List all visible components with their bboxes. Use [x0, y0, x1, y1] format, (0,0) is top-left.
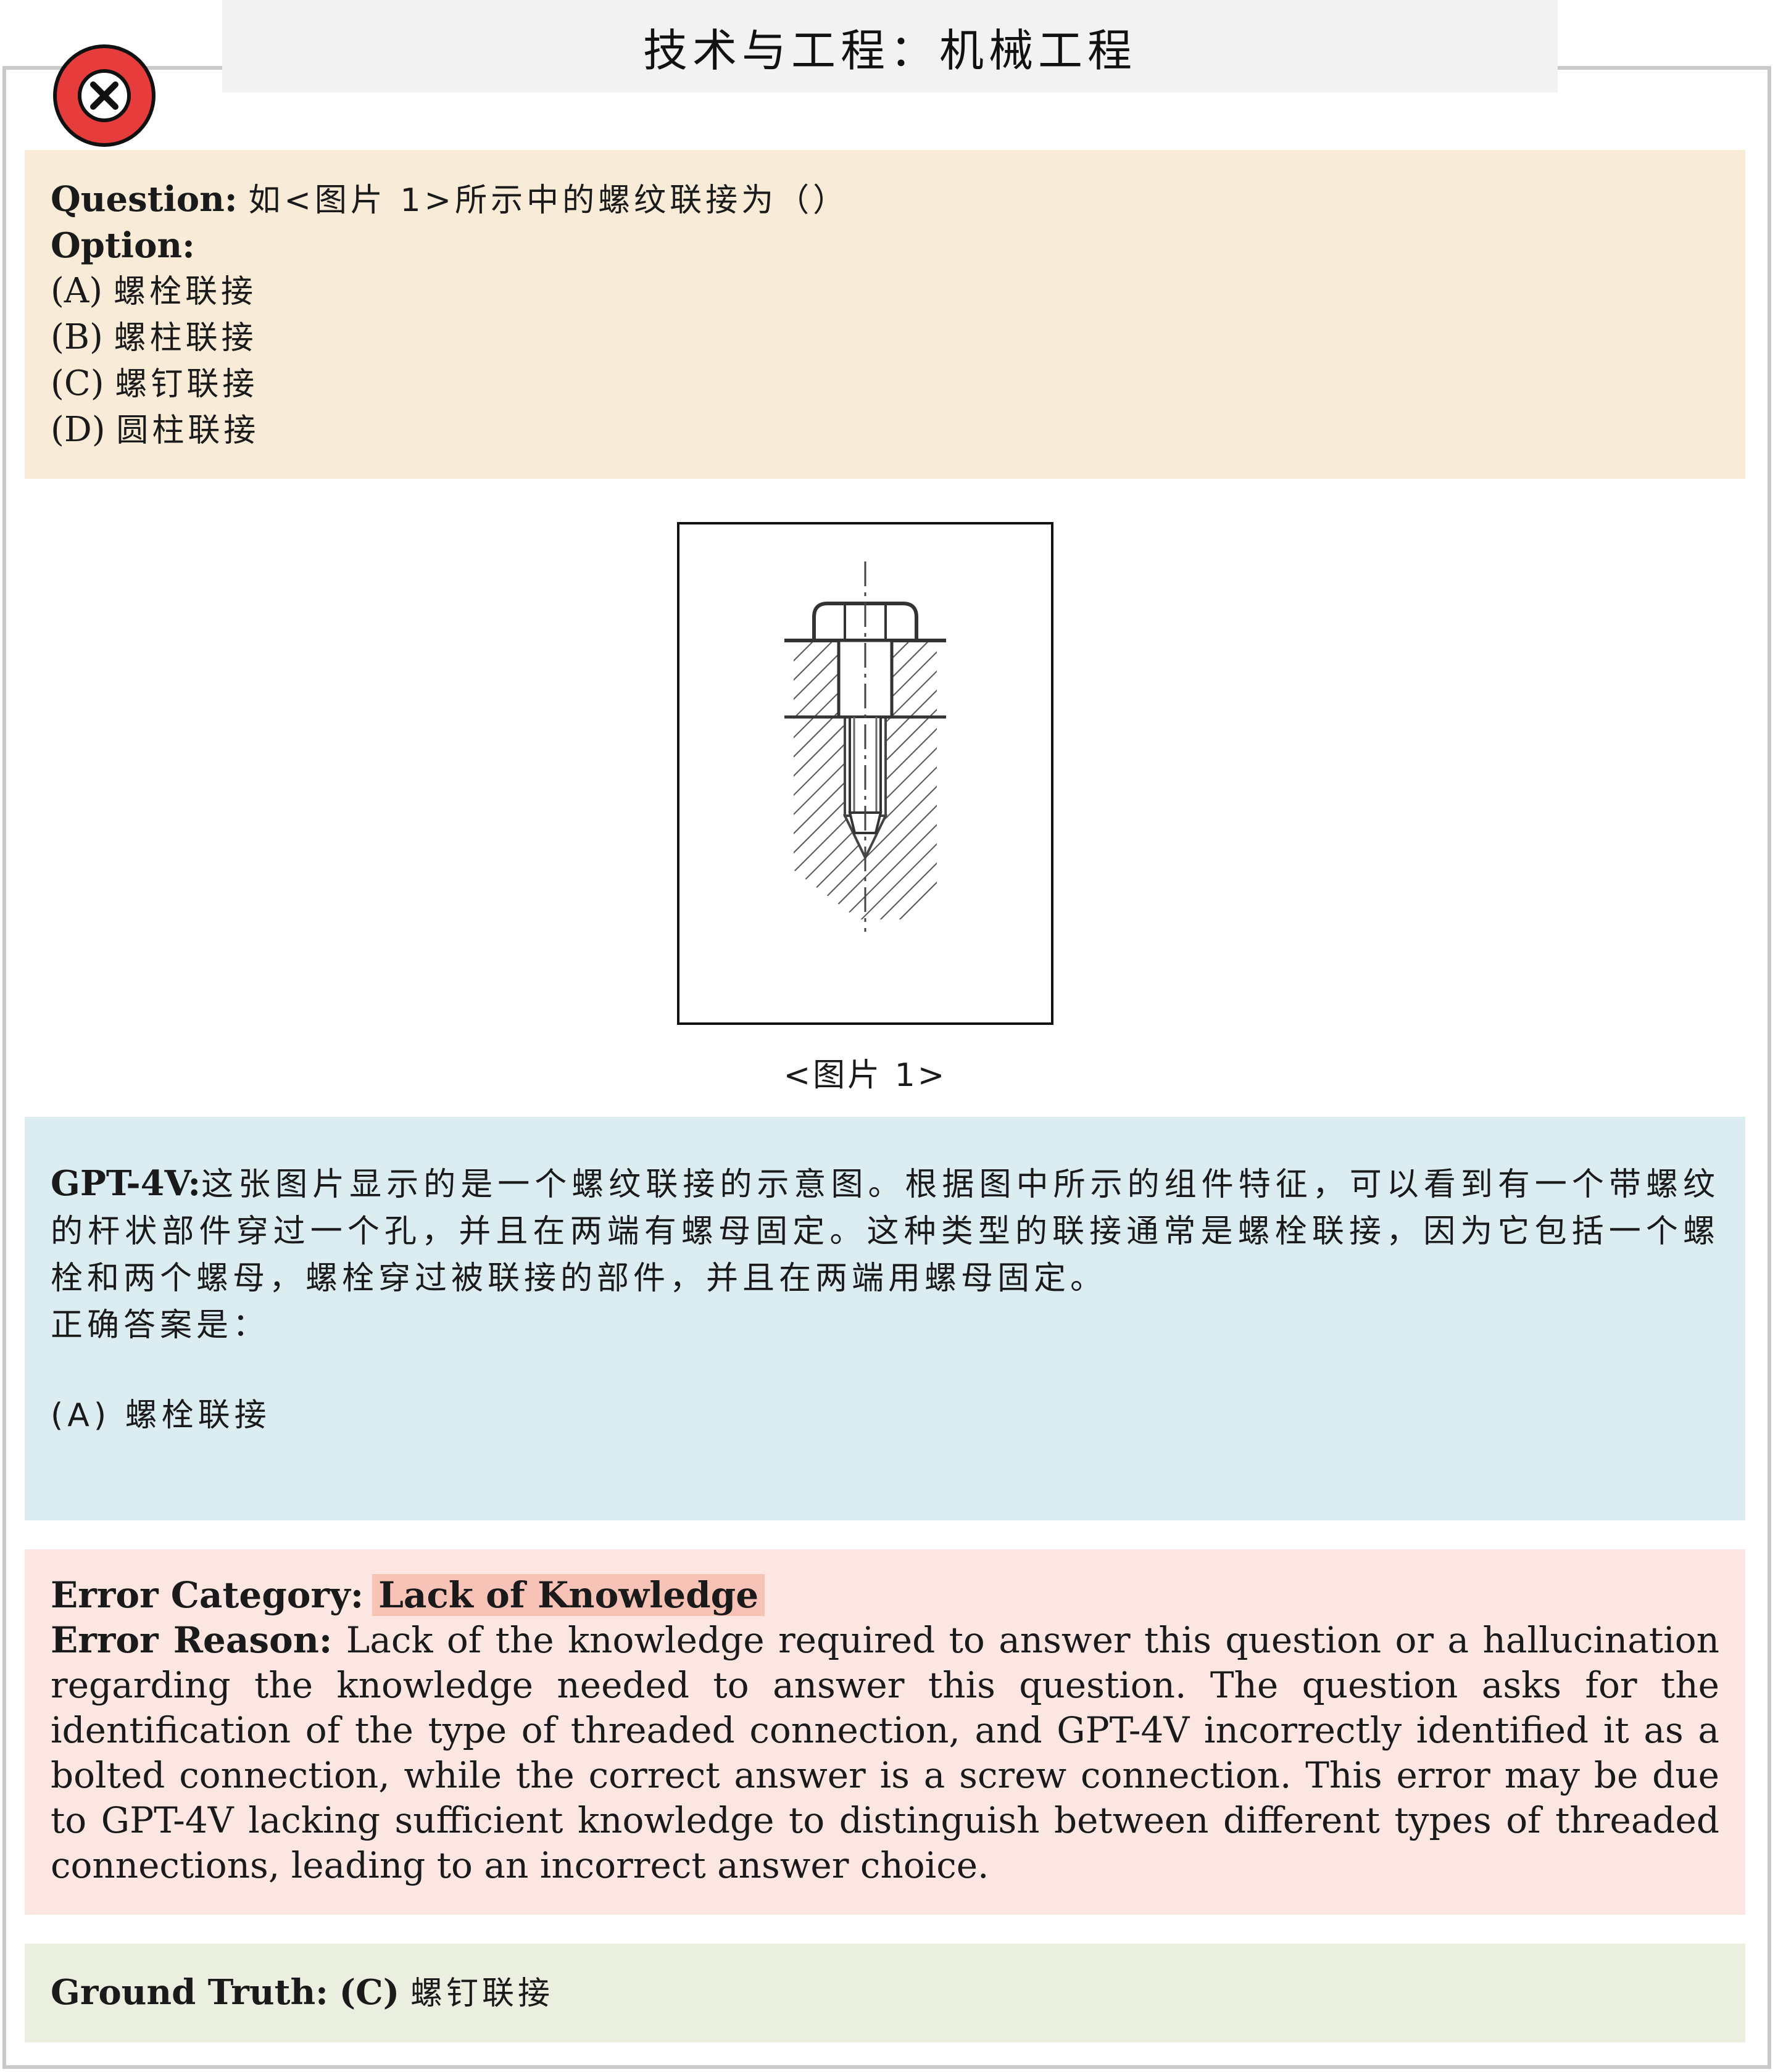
question-label: Question:	[51, 179, 238, 220]
error-category-label: Error Category:	[51, 1574, 364, 1616]
upper-plate-right	[892, 640, 937, 717]
page-title: 技术与工程：机械工程	[222, 0, 1558, 93]
option-key: (C)	[51, 363, 104, 404]
question-panel: Question: 如<图片 1>所示中的螺纹联接为（） Option: (A)…	[25, 150, 1745, 479]
option-key: (D)	[51, 410, 106, 450]
error-category-value: Lack of Knowledge	[372, 1574, 765, 1616]
option-key: (B)	[51, 317, 103, 357]
option-d: (D) 圆柱联接	[51, 407, 1719, 454]
option-c: (C) 螺钉联接	[51, 361, 1719, 407]
ground-truth-line: Ground Truth: (C) 螺钉联接	[51, 1970, 554, 2016]
ground-truth-text: 螺钉联接	[410, 1975, 554, 2012]
option-text: 螺柱联接	[114, 320, 257, 357]
error-reason-paragraph: Error Reason: Lack of the knowledge requ…	[51, 1618, 1719, 1888]
upper-plate-left	[794, 640, 838, 717]
error-panel: Error Category: Lack of Knowledge Error R…	[25, 1549, 1745, 1915]
option-key: (A)	[51, 271, 103, 311]
error-category-line: Error Category: Lack of Knowledge	[51, 1573, 1719, 1618]
option-b: (B) 螺柱联接	[51, 315, 1719, 361]
answer-text: 这张图片显示的是一个螺纹联接的示意图。根据图中所示的组件特征，可以看到有一个带螺…	[51, 1166, 1719, 1297]
figure-caption: <图片 1>	[783, 1057, 947, 1094]
option-text: 圆柱联接	[116, 412, 260, 449]
answer-label: GPT-4V:	[51, 1163, 201, 1204]
model-answer-panel: GPT-4V:这张图片显示的是一个螺纹联接的示意图。根据图中所示的组件特征，可以…	[25, 1117, 1745, 1520]
ground-truth-label: Ground Truth:	[51, 1971, 328, 2013]
x-mark-icon	[78, 69, 131, 122]
answer-paragraph: GPT-4V:这张图片显示的是一个螺纹联接的示意图。根据图中所示的组件特征，可以…	[51, 1160, 1719, 1302]
x-circle-icon	[53, 44, 156, 147]
option-a: (A) 螺栓联接	[51, 268, 1719, 315]
question-text: 如<图片 1>所示中的螺纹联接为（）	[248, 182, 849, 219]
screw-connection-figure	[677, 522, 1053, 1025]
answer-conclusion: 正确答案是：	[51, 1307, 270, 1344]
ground-truth-panel: Ground Truth: (C) 螺钉联接	[25, 1944, 1745, 2042]
option-label: Option:	[51, 225, 195, 266]
error-reason-label: Error Reason:	[51, 1619, 333, 1661]
screw-drawing	[784, 562, 946, 932]
answer-choice: (A) 螺栓联接	[51, 1397, 271, 1434]
ground-truth-key: (C)	[339, 1971, 400, 2013]
option-text: 螺钉联接	[115, 366, 259, 403]
question-line: Question: 如<图片 1>所示中的螺纹联接为（）	[51, 177, 1719, 223]
option-text: 螺栓联接	[113, 273, 257, 310]
